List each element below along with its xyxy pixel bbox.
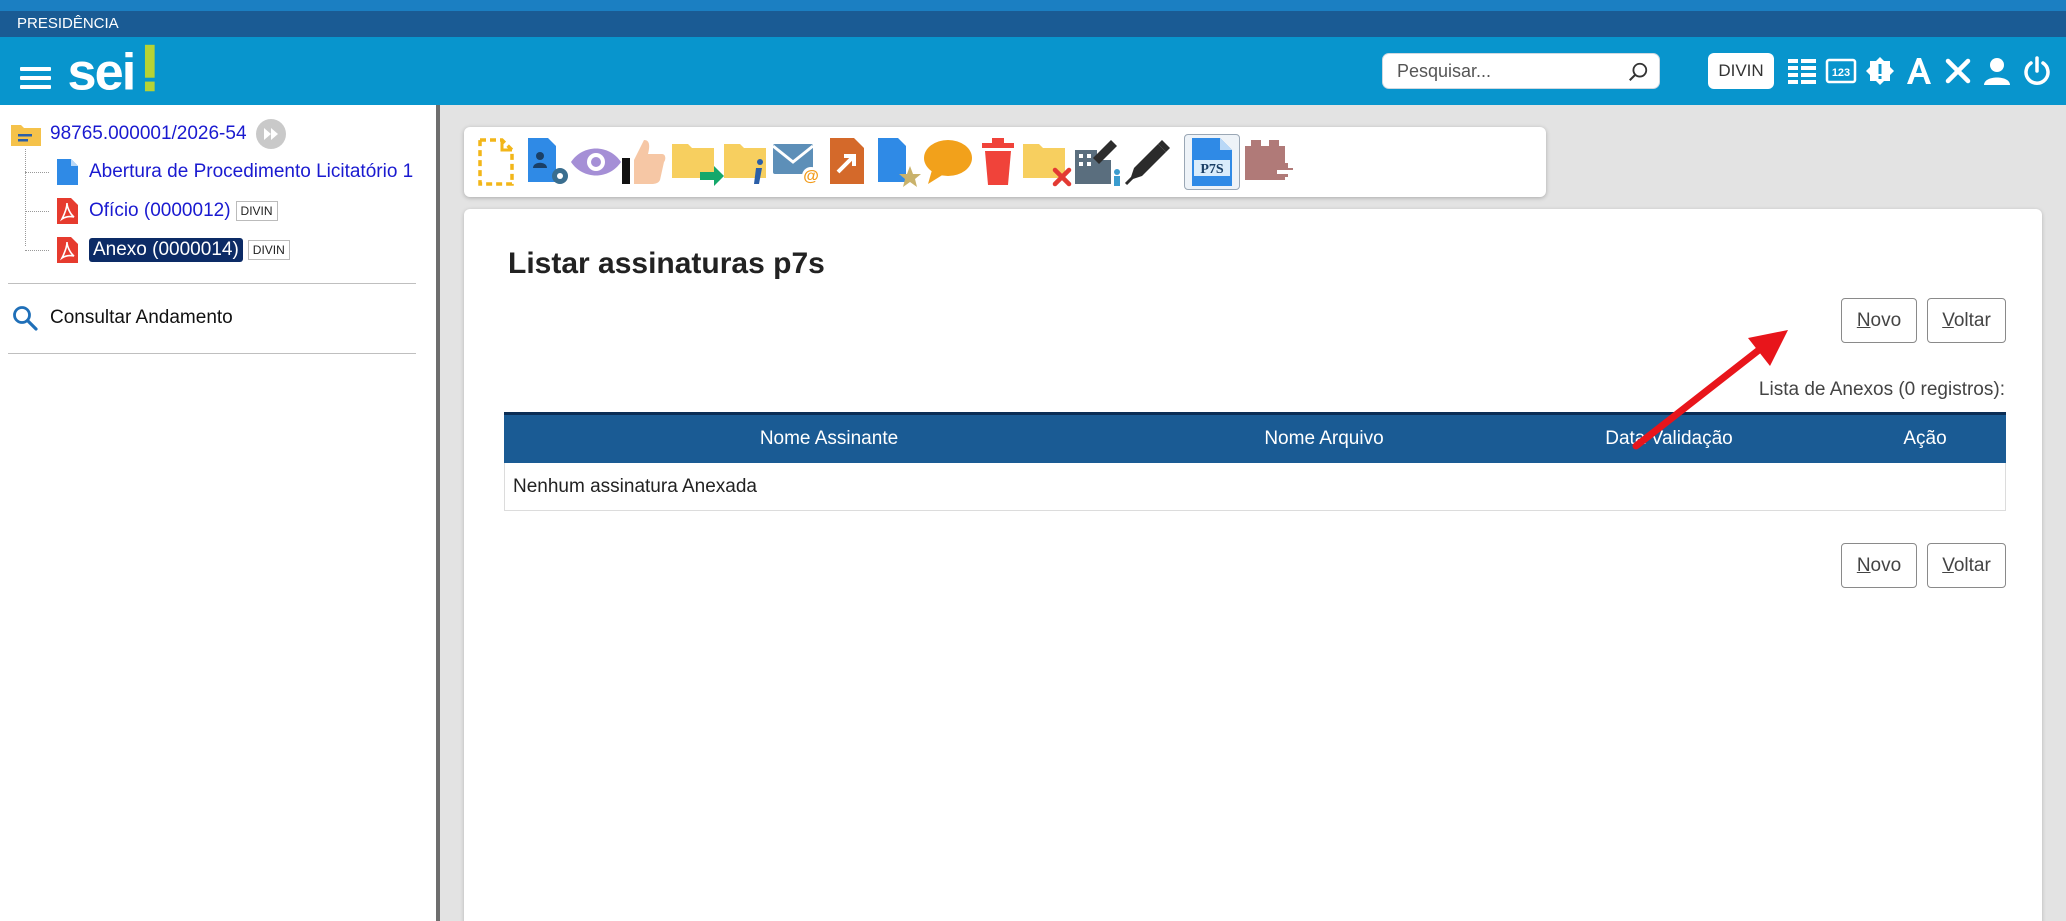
favorite-document-icon[interactable] — [870, 134, 926, 190]
send-email-icon[interactable]: @ — [770, 134, 826, 190]
svg-text:@: @ — [803, 168, 819, 185]
back-button[interactable]: Voltar — [1927, 298, 2006, 343]
sidebar-divider — [8, 283, 416, 284]
pdf-icon — [57, 198, 78, 224]
fast-forward-icon[interactable] — [255, 118, 287, 150]
consult-progress-link[interactable]: Consultar Andamento — [12, 302, 233, 334]
consult-label[interactable]: Consultar Andamento — [50, 307, 233, 329]
sei-logo: sei — [68, 43, 155, 99]
menu-icon[interactable] — [20, 67, 51, 91]
user-icon[interactable] — [1981, 55, 2013, 87]
table-caption: Lista de Anexos (0 registros): — [1758, 379, 2005, 400]
process-tree-sidebar: 98765.000001/2026-54 Abertura de Procedi… — [0, 105, 436, 921]
process-toolbar: @ P7S — [464, 127, 1546, 197]
empty-row: Nenhum assinatura Anexada — [504, 463, 2006, 511]
process-number[interactable]: 98765.000001/2026-54 — [50, 123, 247, 145]
search-box — [1382, 53, 1660, 89]
sign-like-icon[interactable] — [616, 134, 672, 190]
org-name-bar: PRESIDÊNCIA — [0, 11, 2066, 37]
logout-icon[interactable] — [2021, 55, 2053, 87]
search-icon[interactable] — [1627, 61, 1649, 83]
tools-icon[interactable] — [1942, 55, 1974, 87]
tree-doc-item[interactable]: Ofício (0000012) DIVIN — [25, 196, 278, 226]
block-signature-icon[interactable] — [1070, 134, 1126, 190]
numbering-icon[interactable]: 123 — [1825, 55, 1857, 87]
app-header: sei DIVIN 123 — [0, 37, 2066, 105]
doc-label[interactable]: Anexo (0000014) — [89, 238, 243, 262]
p7s-label: P7S — [1200, 162, 1224, 177]
signature-pen-icon[interactable] — [1120, 134, 1176, 190]
export-document-icon[interactable] — [820, 134, 876, 190]
svg-text:123: 123 — [1832, 67, 1850, 79]
annotation-arrow — [1632, 330, 1788, 450]
font-size-icon[interactable] — [1903, 55, 1935, 87]
search-input[interactable] — [1397, 54, 1617, 88]
pdf-icon — [57, 237, 78, 263]
close-process-icon[interactable] — [1020, 134, 1076, 190]
folder-icon — [11, 125, 41, 146]
svg-text:sei: sei — [68, 43, 135, 99]
magnifier-icon — [13, 306, 38, 331]
unit-tag: DIVIN — [235, 201, 278, 221]
column-header: Ação — [1903, 428, 1947, 449]
add-block-icon[interactable] — [1240, 134, 1296, 190]
column-header: Nome Arquivo — [1264, 428, 1384, 449]
page-title: Listar assinaturas p7s — [508, 247, 825, 280]
unit-tag: DIVIN — [247, 240, 290, 260]
main-content: @ P7S Listar assinaturas p7s Novo Voltar… — [440, 105, 2066, 921]
doc-label[interactable]: Ofício (0000012) — [89, 200, 231, 222]
new-document-icon[interactable] — [468, 134, 524, 190]
process-node[interactable]: 98765.000001/2026-54 — [10, 119, 287, 149]
control-processes-icon[interactable] — [1786, 55, 1818, 87]
signatures-panel: Listar assinaturas p7s Novo Voltar Lista… — [464, 209, 2042, 921]
doc-label[interactable]: Abertura de Procedimento Licitatório 1 — [89, 161, 413, 183]
unit-selector[interactable]: DIVIN — [1708, 53, 1774, 89]
delete-icon[interactable] — [970, 134, 1026, 190]
back-button-bottom[interactable]: Voltar — [1927, 543, 2006, 588]
document-icon — [57, 159, 78, 185]
tree-doc-item[interactable]: Abertura de Procedimento Licitatório 1 — [25, 157, 413, 187]
tree-doc-item-selected[interactable]: Anexo (0000014) DIVIN — [25, 235, 290, 265]
comment-icon[interactable] — [920, 134, 976, 190]
new-button-bottom[interactable]: Novo — [1841, 543, 1917, 588]
p7s-signature-icon[interactable]: P7S — [1184, 134, 1240, 190]
process-info-icon[interactable] — [720, 134, 776, 190]
column-header: Nome Assinante — [759, 428, 899, 449]
alert-badge-icon[interactable] — [1864, 55, 1896, 87]
org-name: PRESIDÊNCIA — [17, 15, 119, 32]
sidebar-divider — [8, 353, 416, 354]
send-process-icon[interactable] — [670, 134, 726, 190]
new-button[interactable]: Novo — [1841, 298, 1917, 343]
top-accent-strip — [0, 0, 2066, 11]
